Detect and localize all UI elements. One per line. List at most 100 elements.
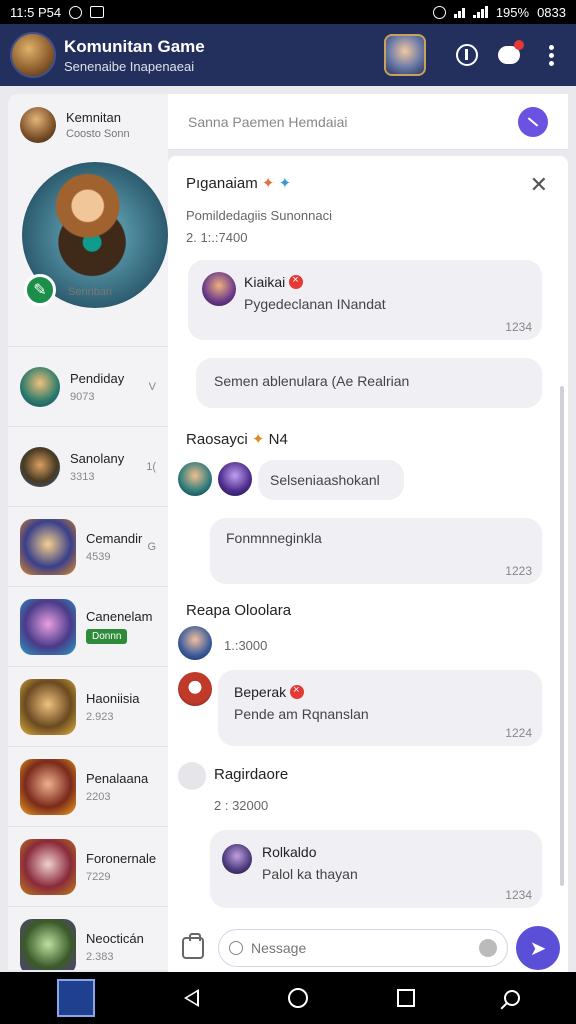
message-time: 1234 <box>505 320 532 334</box>
fire-icon: ✦ <box>251 431 265 448</box>
community-name: Kemnitan <box>66 110 121 125</box>
message-text: Semen ablenulara (Ae Realrian <box>214 373 410 389</box>
game-meta: 9073 <box>70 390 95 403</box>
message-bubble[interactable]: Selseniaashokanl <box>258 460 404 500</box>
section-suffix: N4 <box>268 431 288 448</box>
section-sub: 2 : 32000 <box>214 798 269 813</box>
search-input[interactable]: Sanna Paemen Hemdaiai <box>188 114 518 130</box>
game-meta: 3313 <box>70 470 95 483</box>
message-text: Palol ka thayan <box>262 866 358 882</box>
chat-title: Pıganaiam ✦ ✦ <box>186 174 291 192</box>
search-bar[interactable]: Sanna Paemen Hemdaiai <box>168 94 568 150</box>
section-label: Reapa Oloolara <box>186 602 292 619</box>
alarm-icon <box>432 5 446 19</box>
status-time: 11:5 P54 <box>10 4 62 20</box>
message-time: 1234 <box>505 888 532 902</box>
send-icon: ➤ <box>529 937 547 960</box>
message-bubble[interactable]: Rolkaldo Palol ka thayan 1234 <box>210 830 542 908</box>
chat-panel: Pıganaiam ✦ ✦ ✕ Pomildedagiis Sunonnaci … <box>168 156 568 972</box>
hero-caption: Sennban <box>68 286 113 298</box>
game-name: Cemandir <box>86 530 143 546</box>
game-name: Haoniisia <box>86 690 140 706</box>
game-icon <box>20 598 76 655</box>
list-item[interactable]: Haoniisia 2.923 <box>8 666 168 746</box>
game-name: Neocticán <box>86 930 144 946</box>
list-item[interactable]: Penalaana 2203 <box>8 746 168 826</box>
message-bubble[interactable]: Semen ablenulara (Ae Realrian <box>196 358 542 408</box>
sender-avatar[interactable] <box>178 672 212 706</box>
list-item[interactable]: Cemandir 4539 G <box>8 506 168 586</box>
game-tag: Donnn <box>86 629 128 644</box>
hero-badge-icon[interactable]: ✎ <box>24 274 56 306</box>
game-meta: 7229 <box>86 870 111 883</box>
emoji-icon: ✦ <box>278 175 292 192</box>
home-icon[interactable] <box>287 988 308 1008</box>
message-text: Pende am Rqnanslan <box>234 706 369 722</box>
chat-subtitle: Pomildedagiis Sunonnaci <box>186 208 332 223</box>
app-thumbnail-icon[interactable] <box>56 979 95 1017</box>
close-icon[interactable]: ✕ <box>530 172 548 198</box>
message-text: Pygedeclanan INandat <box>244 296 386 312</box>
message-text: Fonmnneginkla <box>226 530 322 546</box>
close-badge-icon <box>290 684 305 699</box>
game-avatar <box>20 446 60 487</box>
chat-title-text: Pıganaiam <box>186 175 258 192</box>
message-input[interactable] <box>251 940 479 956</box>
header-titles: Komunitan Game Senenaibe Inapenaeai <box>64 37 384 74</box>
game-icon <box>20 918 76 970</box>
search-icon[interactable] <box>503 990 520 1006</box>
game-trail: V <box>148 380 156 393</box>
back-icon[interactable] <box>183 989 199 1007</box>
sender-name: Kiaikai <box>244 274 528 290</box>
list-item[interactable]: Canenelam Donnn <box>8 586 168 666</box>
game-meta: 2.923 <box>86 710 114 723</box>
sender-name-text: Kiaikai <box>244 274 286 290</box>
message-bubble[interactable]: Kiaikai Pygedeclanan INandat 1234 <box>188 260 542 340</box>
sender-name: Beperak <box>234 684 526 700</box>
section-label: Raosayci ✦ N4 <box>186 430 288 448</box>
member-avatar[interactable] <box>178 626 212 660</box>
chat-notifications-button[interactable] <box>494 40 524 70</box>
game-name: Canenelam <box>86 609 153 624</box>
page-title: Komunitan Game <box>64 36 205 56</box>
member-avatar[interactable] <box>218 462 252 496</box>
game-icon <box>20 838 76 895</box>
status-right: 195% 0833 <box>432 5 566 20</box>
section-sub: 1.:3000 <box>224 638 268 653</box>
more-menu-button[interactable] <box>536 40 566 70</box>
attach-icon[interactable] <box>182 933 204 959</box>
community-avatar[interactable] <box>10 32 56 78</box>
list-item[interactable]: Pendiday 9073 V <box>8 346 168 426</box>
list-item[interactable]: Foronernale 7229 <box>8 826 168 906</box>
status-bar: 11:5 P54 195% 0833 <box>0 0 576 24</box>
profile-avatar[interactable] <box>384 34 426 76</box>
emoji-icon[interactable] <box>479 939 497 957</box>
chat-scrollbar[interactable] <box>560 386 564 886</box>
info-icon <box>456 44 478 66</box>
game-icon <box>20 678 76 735</box>
list-item[interactable]: Sanolany 3313 1( <box>8 426 168 506</box>
section-label: Ragirdaore <box>214 766 289 783</box>
search-button[interactable] <box>518 106 548 137</box>
recent-apps-icon[interactable] <box>396 989 415 1007</box>
community-thumb <box>20 107 56 143</box>
placeholder-avatar-icon <box>178 762 206 790</box>
game-list: Pendiday 9073 V Sanolany 3313 1( Cemandir 4… <box>8 346 168 970</box>
message-bubble[interactable]: Beperak Pende am Rqnanslan 1224 <box>218 670 542 746</box>
image-icon <box>90 6 105 18</box>
send-button[interactable]: ➤ <box>516 926 560 970</box>
message-bubble[interactable]: Fonmnneginkla 1223 <box>210 518 542 584</box>
info-button[interactable] <box>452 40 482 70</box>
game-name: Sanolany <box>70 450 125 466</box>
sparkle-icon: ✦ <box>261 175 275 192</box>
game-trail: 1( <box>146 460 156 473</box>
game-meta: 2203 <box>86 790 111 803</box>
list-item[interactable]: Neocticán 2.383 <box>8 906 168 970</box>
member-avatar[interactable] <box>178 462 212 496</box>
message-time: 1224 <box>505 726 532 740</box>
game-icon <box>20 758 76 815</box>
featured-hero[interactable]: ✎ Sennban <box>8 156 168 346</box>
community-header[interactable]: Kemnitan Coosto Sonn <box>8 94 168 156</box>
game-name: Foronernale <box>86 850 157 866</box>
message-field[interactable] <box>218 929 508 967</box>
